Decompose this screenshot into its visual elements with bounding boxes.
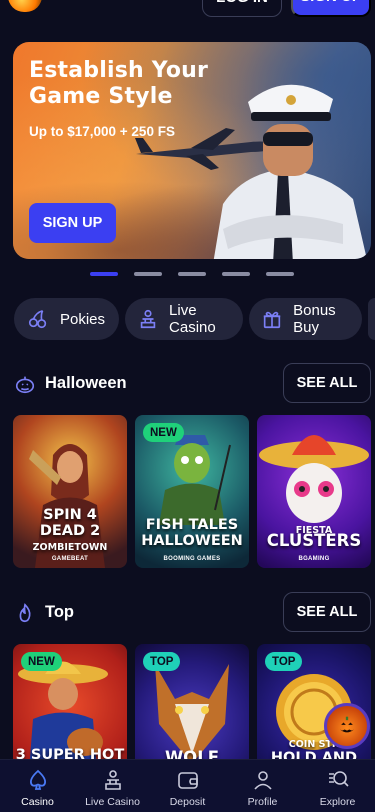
pumpkin-icon [15, 376, 35, 394]
section-header-top: Top SEE ALL [14, 592, 371, 632]
carousel-dot-1[interactable] [90, 272, 118, 276]
carousel-indicator [90, 272, 294, 276]
jack-o-lantern-icon [340, 716, 354, 733]
game-provider: GAMEBEAT [51, 556, 89, 562]
signup-button-header[interactable]: SIGN UP [291, 0, 371, 17]
chip-overflow[interactable] [368, 298, 375, 340]
section-title: Top [45, 603, 75, 621]
dealer-icon [104, 770, 121, 790]
nav-label: Explore [319, 796, 356, 808]
nav-label: Profile [247, 796, 278, 808]
hero-signup-button[interactable]: SIGN UP [29, 203, 116, 243]
section-header-halloween: Halloween SEE ALL [14, 363, 371, 403]
game-card[interactable]: NEW FISH TALES HALLOWEEN BOOMING GAMES [135, 415, 249, 568]
user-icon [253, 771, 272, 790]
nav-deposit[interactable]: Deposit [150, 760, 225, 812]
nav-label: Deposit [169, 796, 206, 808]
spade-icon [29, 769, 46, 790]
halloween-promo-button[interactable] [324, 703, 370, 749]
carousel-dot-3[interactable] [178, 272, 206, 276]
nav-label: Live Casino [85, 796, 140, 808]
flame-icon [19, 603, 31, 623]
casino-home-page: LOG IN SIGN UP Establish Your Game Style… [0, 0, 375, 812]
chip-pokies[interactable]: Pokies [14, 298, 120, 340]
new-badge: NEW [21, 652, 62, 671]
new-badge: NEW [143, 423, 184, 442]
cherries-icon [26, 307, 50, 331]
carousel-dot-4[interactable] [222, 272, 250, 276]
section-title: Halloween [45, 374, 127, 392]
top-badge: TOP [265, 652, 303, 671]
top-bar: LOG IN SIGN UP [0, 0, 375, 18]
nav-profile[interactable]: Profile [225, 760, 300, 812]
chip-bonus-buy[interactable]: Bonus Buy [249, 298, 363, 340]
category-chips: Pokies Live Casino Bonus Buy [14, 298, 375, 340]
see-all-button[interactable]: SEE ALL [283, 592, 371, 632]
chip-live-casino[interactable]: Live Casino [125, 298, 244, 340]
game-title-line2: DEAD 2 [39, 523, 101, 539]
game-card[interactable]: FIESTA CLUSTERS BGAMING [257, 415, 371, 568]
chip-label: Bonus Buy [293, 302, 336, 336]
nav-explore[interactable]: Explore [300, 760, 375, 812]
hero-subtitle: Up to $17,000 + 250 FS [29, 124, 175, 139]
carousel-dot-5[interactable] [266, 272, 294, 276]
carousel-dot-2[interactable] [134, 272, 162, 276]
game-title-line2: HALLOWEEN [141, 533, 243, 549]
chip-label: Live Casino [169, 302, 216, 336]
login-button[interactable]: LOG IN [202, 0, 282, 17]
hero-title: Establish Your Game Style [29, 58, 209, 109]
chip-label: Pokies [60, 310, 106, 328]
hero-banner[interactable]: Establish Your Game Style Up to $17,000 … [13, 42, 371, 259]
game-title-line2: CLUSTERS [266, 531, 362, 550]
dealer-icon [137, 307, 159, 331]
game-provider: BGAMING [298, 556, 330, 562]
bottom-navigation: Casino Live Casino Deposit Profile Explo… [0, 759, 375, 812]
nav-label: Casino [21, 796, 54, 808]
game-title-line1: FISH TALES [145, 517, 239, 533]
nav-casino[interactable]: Casino [0, 760, 75, 812]
game-card[interactable]: SPIN 4 DEAD 2 ZOMBIETOWN GAMEBEAT [13, 415, 127, 568]
search-icon [328, 771, 349, 787]
game-title-line3: ZOMBIETOWN [32, 542, 108, 553]
nav-live-casino[interactable]: Live Casino [75, 760, 150, 812]
game-provider: BOOMING GAMES [163, 556, 221, 562]
game-title-line1: SPIN 4 [43, 507, 97, 523]
halloween-games-row: SPIN 4 DEAD 2 ZOMBIETOWN GAMEBEAT NEW FI… [13, 415, 371, 568]
top-badge: TOP [143, 652, 181, 671]
brand-logo[interactable] [8, 0, 42, 12]
wallet-icon [177, 772, 198, 789]
gift-icon [261, 307, 283, 331]
see-all-button[interactable]: SEE ALL [283, 363, 371, 403]
